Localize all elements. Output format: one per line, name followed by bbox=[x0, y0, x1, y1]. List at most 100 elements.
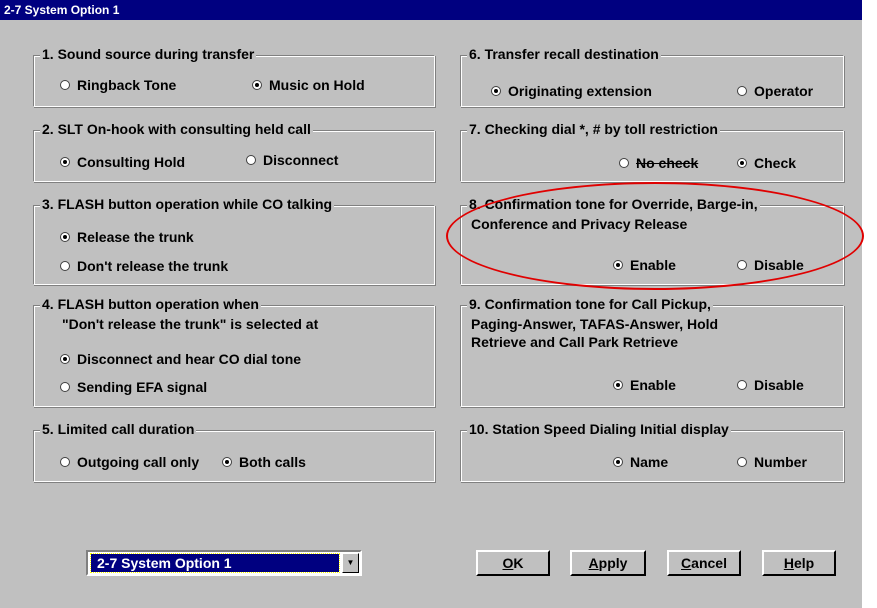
cancel-button[interactable]: Cancel bbox=[667, 550, 741, 576]
radio-label: Both calls bbox=[239, 454, 306, 470]
group-transfer-recall: 6. Transfer recall destination Originati… bbox=[460, 46, 844, 107]
radio-disconnect-dial-tone[interactable]: Disconnect and hear CO dial tone bbox=[60, 350, 301, 368]
dropdown-arrow-icon[interactable]: ▼ bbox=[342, 553, 359, 573]
radio-indicator bbox=[60, 382, 70, 392]
radio-originating-extension[interactable]: Originating extension bbox=[491, 82, 652, 100]
radio-label: Disconnect and hear CO dial tone bbox=[77, 351, 302, 367]
radio-no-check[interactable]: No check bbox=[619, 154, 698, 172]
radio-indicator bbox=[222, 457, 232, 467]
group-limited-call-title: 5. Limited call duration bbox=[40, 421, 197, 438]
radio-indicator bbox=[613, 380, 623, 390]
radio-override-enable[interactable]: Enable bbox=[613, 256, 676, 274]
radio-indicator bbox=[619, 158, 629, 168]
radio-indicator bbox=[60, 457, 70, 467]
radio-label: Check bbox=[754, 155, 797, 171]
radio-label: Disconnect bbox=[263, 152, 339, 168]
cancel-mnemonic: C bbox=[681, 555, 692, 571]
help-label: elp bbox=[793, 555, 815, 571]
radio-number[interactable]: Number bbox=[737, 453, 807, 471]
apply-mnemonic: A bbox=[588, 555, 599, 571]
apply-button[interactable]: Apply bbox=[570, 550, 646, 576]
group-speed-dialing: 10. Station Speed Dialing Initial displa… bbox=[460, 421, 844, 482]
option-page-selector[interactable]: 2-7 System Option 1 ▼ bbox=[86, 550, 362, 576]
cancel-label: ancel bbox=[691, 555, 727, 571]
radio-indicator bbox=[60, 261, 70, 271]
group-checking-dial: 7. Checking dial *, # by toll restrictio… bbox=[460, 121, 844, 182]
radio-label: Name bbox=[630, 454, 669, 470]
group-flash-co-talking-title: 3. FLASH button operation while CO talki… bbox=[40, 196, 335, 213]
radio-indicator bbox=[737, 380, 747, 390]
group-slt-onhook: 2. SLT On-hook with consulting held call… bbox=[33, 121, 435, 182]
ok-button[interactable]: OK bbox=[476, 550, 550, 576]
radio-indicator bbox=[737, 86, 747, 96]
group-flash-when-dont-release: 4. FLASH button operation when "Don't re… bbox=[33, 296, 435, 407]
radio-indicator bbox=[60, 354, 70, 364]
radio-indicator bbox=[737, 158, 747, 168]
radio-label: Music on Hold bbox=[269, 77, 365, 93]
radio-label: Don't release the trunk bbox=[77, 258, 229, 274]
group-confirmation-pickup-line3: Retrieve and Call Park Retrieve bbox=[471, 334, 678, 350]
ok-mnemonic: O bbox=[502, 555, 514, 571]
radio-label: Originating extension bbox=[508, 83, 652, 99]
radio-ringback-tone[interactable]: Ringback Tone bbox=[60, 76, 176, 94]
selector-value: 2-7 System Option 1 bbox=[90, 553, 340, 573]
radio-label: Consulting Hold bbox=[77, 154, 186, 170]
radio-label: Sending EFA signal bbox=[77, 379, 208, 395]
group-flash-when-title: 4. FLASH button operation when bbox=[40, 296, 261, 313]
radio-outgoing-only[interactable]: Outgoing call only bbox=[60, 453, 199, 471]
radio-indicator bbox=[252, 80, 262, 90]
ok-label: K bbox=[513, 555, 524, 571]
radio-indicator bbox=[491, 86, 501, 96]
radio-dont-release-trunk[interactable]: Don't release the trunk bbox=[60, 257, 228, 275]
radio-indicator bbox=[60, 232, 70, 242]
group-confirmation-pickup-line2: Paging-Answer, TAFAS-Answer, Hold bbox=[471, 316, 719, 332]
radio-label: Number bbox=[754, 454, 807, 470]
group-speed-dialing-title: 10. Station Speed Dialing Initial displa… bbox=[467, 421, 731, 438]
radio-consulting-hold[interactable]: Consulting Hold bbox=[60, 153, 185, 171]
group-sound-source-title: 1. Sound source during transfer bbox=[40, 46, 257, 63]
radio-both-calls[interactable]: Both calls bbox=[222, 453, 306, 471]
radio-operator[interactable]: Operator bbox=[737, 82, 813, 100]
radio-label: Outgoing call only bbox=[77, 454, 200, 470]
group-sound-source: 1. Sound source during transfer Ringback… bbox=[33, 46, 435, 107]
help-button[interactable]: Help bbox=[762, 550, 836, 576]
radio-indicator bbox=[613, 260, 623, 270]
radio-music-on-hold[interactable]: Music on Hold bbox=[252, 76, 365, 94]
group-flash-co-talking: 3. FLASH button operation while CO talki… bbox=[33, 196, 435, 285]
radio-label: Disable bbox=[754, 257, 804, 273]
radio-label: Enable bbox=[630, 257, 676, 273]
radio-indicator bbox=[737, 457, 747, 467]
window-title: 2-7 System Option 1 bbox=[0, 0, 862, 20]
radio-indicator bbox=[737, 260, 747, 270]
radio-indicator bbox=[613, 457, 623, 467]
group-confirmation-pickup-title: 9. Confirmation tone for Call Pickup, bbox=[467, 296, 713, 313]
radio-disconnect[interactable]: Disconnect bbox=[246, 151, 338, 169]
group-slt-onhook-title: 2. SLT On-hook with consulting held call bbox=[40, 121, 313, 138]
radio-label: Operator bbox=[754, 83, 814, 99]
group-confirmation-override-title: 8. Confirmation tone for Override, Barge… bbox=[467, 196, 760, 213]
group-confirmation-override-subtitle: Conference and Privacy Release bbox=[471, 216, 688, 232]
radio-sending-efa[interactable]: Sending EFA signal bbox=[60, 378, 207, 396]
radio-label: Release the trunk bbox=[77, 229, 194, 245]
radio-indicator bbox=[60, 157, 70, 167]
radio-check[interactable]: Check bbox=[737, 154, 796, 172]
radio-indicator bbox=[60, 80, 70, 90]
radio-label: Ringback Tone bbox=[77, 77, 177, 93]
radio-release-trunk[interactable]: Release the trunk bbox=[60, 228, 194, 246]
radio-label: Disable bbox=[754, 377, 804, 393]
radio-pickup-enable[interactable]: Enable bbox=[613, 376, 676, 394]
apply-label: pply bbox=[598, 555, 628, 571]
radio-override-disable[interactable]: Disable bbox=[737, 256, 804, 274]
group-flash-when-subtitle: "Don't release the trunk" is selected at bbox=[62, 316, 319, 332]
radio-label: Enable bbox=[630, 377, 676, 393]
radio-pickup-disable[interactable]: Disable bbox=[737, 376, 804, 394]
radio-indicator bbox=[246, 155, 256, 165]
radio-name[interactable]: Name bbox=[613, 453, 668, 471]
group-confirmation-pickup: 9. Confirmation tone for Call Pickup, Pa… bbox=[460, 296, 844, 407]
group-transfer-recall-title: 6. Transfer recall destination bbox=[467, 46, 661, 63]
group-limited-call-duration: 5. Limited call duration Outgoing call o… bbox=[33, 421, 435, 482]
system-option-window: 2-7 System Option 1 1. Sound source duri… bbox=[0, 0, 864, 608]
group-confirmation-override: 8. Confirmation tone for Override, Barge… bbox=[460, 196, 844, 285]
group-checking-dial-title: 7. Checking dial *, # by toll restrictio… bbox=[467, 121, 720, 138]
help-mnemonic: H bbox=[783, 555, 794, 571]
